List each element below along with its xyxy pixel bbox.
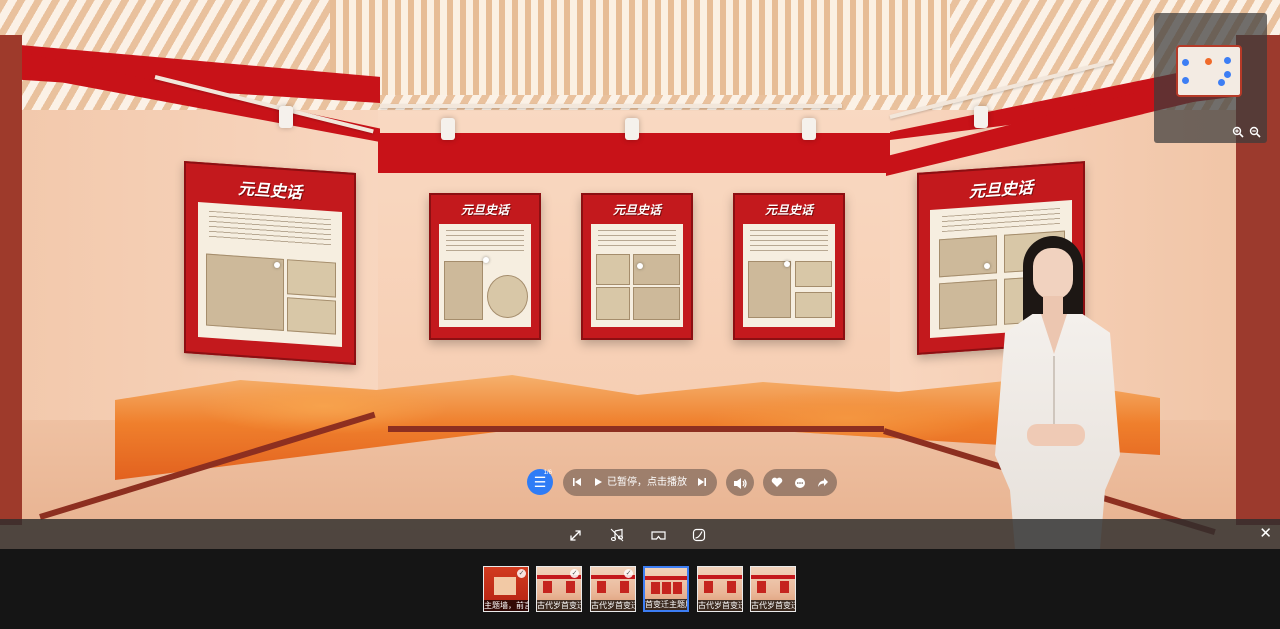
poster-title: 元旦史话	[612, 202, 661, 217]
hotspot-marker[interactable]	[784, 261, 790, 267]
thumbnail-label: 古代岁首变迁	[698, 600, 742, 611]
skip-previous-icon[interactable]	[572, 469, 582, 496]
scene-thumbnail-active[interactable]: 首变迁主题展	[643, 566, 689, 612]
scene-thumbnail-strip: ✓ 主题墙，前言 ✓ 古代岁首变迁 ✓ 古代岁首变迁 首变迁主题展 古代岁首变迁…	[0, 549, 1280, 629]
minimap-node[interactable]	[1218, 79, 1225, 86]
thumbnail-label: 古代岁首变迁	[751, 600, 795, 611]
virtual-presenter	[985, 236, 1130, 549]
spot-light	[279, 106, 293, 128]
audio-player: 已暂停，点击播放	[563, 469, 717, 496]
social-actions	[763, 469, 837, 496]
skirting-back	[388, 426, 884, 432]
thumbnail-label: 首变迁主题展	[645, 599, 687, 610]
exhibit-poster[interactable]: 元旦史话	[184, 160, 356, 366]
minimap-node[interactable]	[1182, 59, 1189, 66]
scene-thumbnail[interactable]: 古代岁首变迁	[750, 566, 796, 612]
left-pillar	[0, 35, 22, 525]
close-icon[interactable]: ✕	[1259, 519, 1272, 549]
spot-light	[974, 106, 988, 128]
play-icon[interactable]	[594, 469, 603, 496]
exhibit-poster[interactable]: 元旦史话	[429, 193, 541, 340]
spot-light	[441, 118, 455, 140]
expand-icon[interactable]	[565, 519, 585, 549]
scene-thumbnail[interactable]: ✓ 古代岁首变迁	[536, 566, 582, 612]
zoom-out-icon[interactable]	[1248, 126, 1262, 140]
volume-button[interactable]	[726, 469, 754, 496]
panorama-scene[interactable]: 元旦史话 元旦史话 元旦史话 元旦史话 元旦史话	[0, 0, 1280, 549]
comment-icon[interactable]	[794, 469, 806, 496]
hotspot-marker[interactable]	[483, 257, 489, 263]
scene-thumbnail[interactable]: ✓ 古代岁首变迁	[590, 566, 636, 612]
zoom-in-icon[interactable]	[1231, 126, 1245, 140]
spot-light	[802, 118, 816, 140]
poster-title: 元旦史话	[460, 202, 509, 217]
menu-badge: 1/6	[543, 470, 552, 476]
vr-glasses-icon[interactable]	[648, 519, 668, 549]
minimap[interactable]	[1154, 13, 1267, 143]
hotspot-marker[interactable]	[274, 262, 280, 268]
speaker-icon	[733, 477, 747, 489]
bottom-toolbar: ✕	[0, 519, 1280, 549]
scene-thumbnail[interactable]: ✓ 主题墙，前言	[483, 566, 529, 612]
minimap-current-node[interactable]	[1205, 58, 1212, 65]
gyroscope-icon[interactable]	[689, 519, 709, 549]
heart-icon[interactable]	[771, 469, 783, 496]
minimap-node[interactable]	[1224, 57, 1231, 64]
thumbnail-label: 古代岁首变迁	[537, 600, 581, 611]
playback-status[interactable]: 已暂停，点击播放	[607, 469, 687, 496]
visited-check-icon: ✓	[624, 569, 633, 578]
scene-thumbnail[interactable]: 古代岁首变迁	[697, 566, 743, 612]
visited-check-icon: ✓	[517, 569, 526, 578]
share-icon[interactable]	[817, 469, 829, 496]
music-note-icon[interactable]	[607, 519, 627, 549]
exhibit-poster[interactable]: 元旦史话	[733, 193, 845, 340]
minimap-node[interactable]	[1224, 71, 1231, 78]
poster-title: 元旦史话	[237, 178, 302, 202]
hotspot-marker[interactable]	[637, 263, 643, 269]
spot-light	[625, 118, 639, 140]
menu-button[interactable]: ☰ 1/6	[527, 469, 553, 495]
light-track-center	[380, 104, 842, 108]
floor-plan[interactable]	[1176, 45, 1242, 97]
visited-check-icon: ✓	[570, 569, 579, 578]
thumbnail-label: 古代岁首变迁	[591, 600, 635, 611]
skip-next-icon[interactable]	[697, 469, 707, 496]
minimap-node[interactable]	[1182, 77, 1189, 84]
thumbnail-label: 主题墙，前言	[484, 600, 528, 611]
poster-title: 元旦史话	[764, 202, 813, 217]
ceiling-panel	[330, 0, 950, 95]
